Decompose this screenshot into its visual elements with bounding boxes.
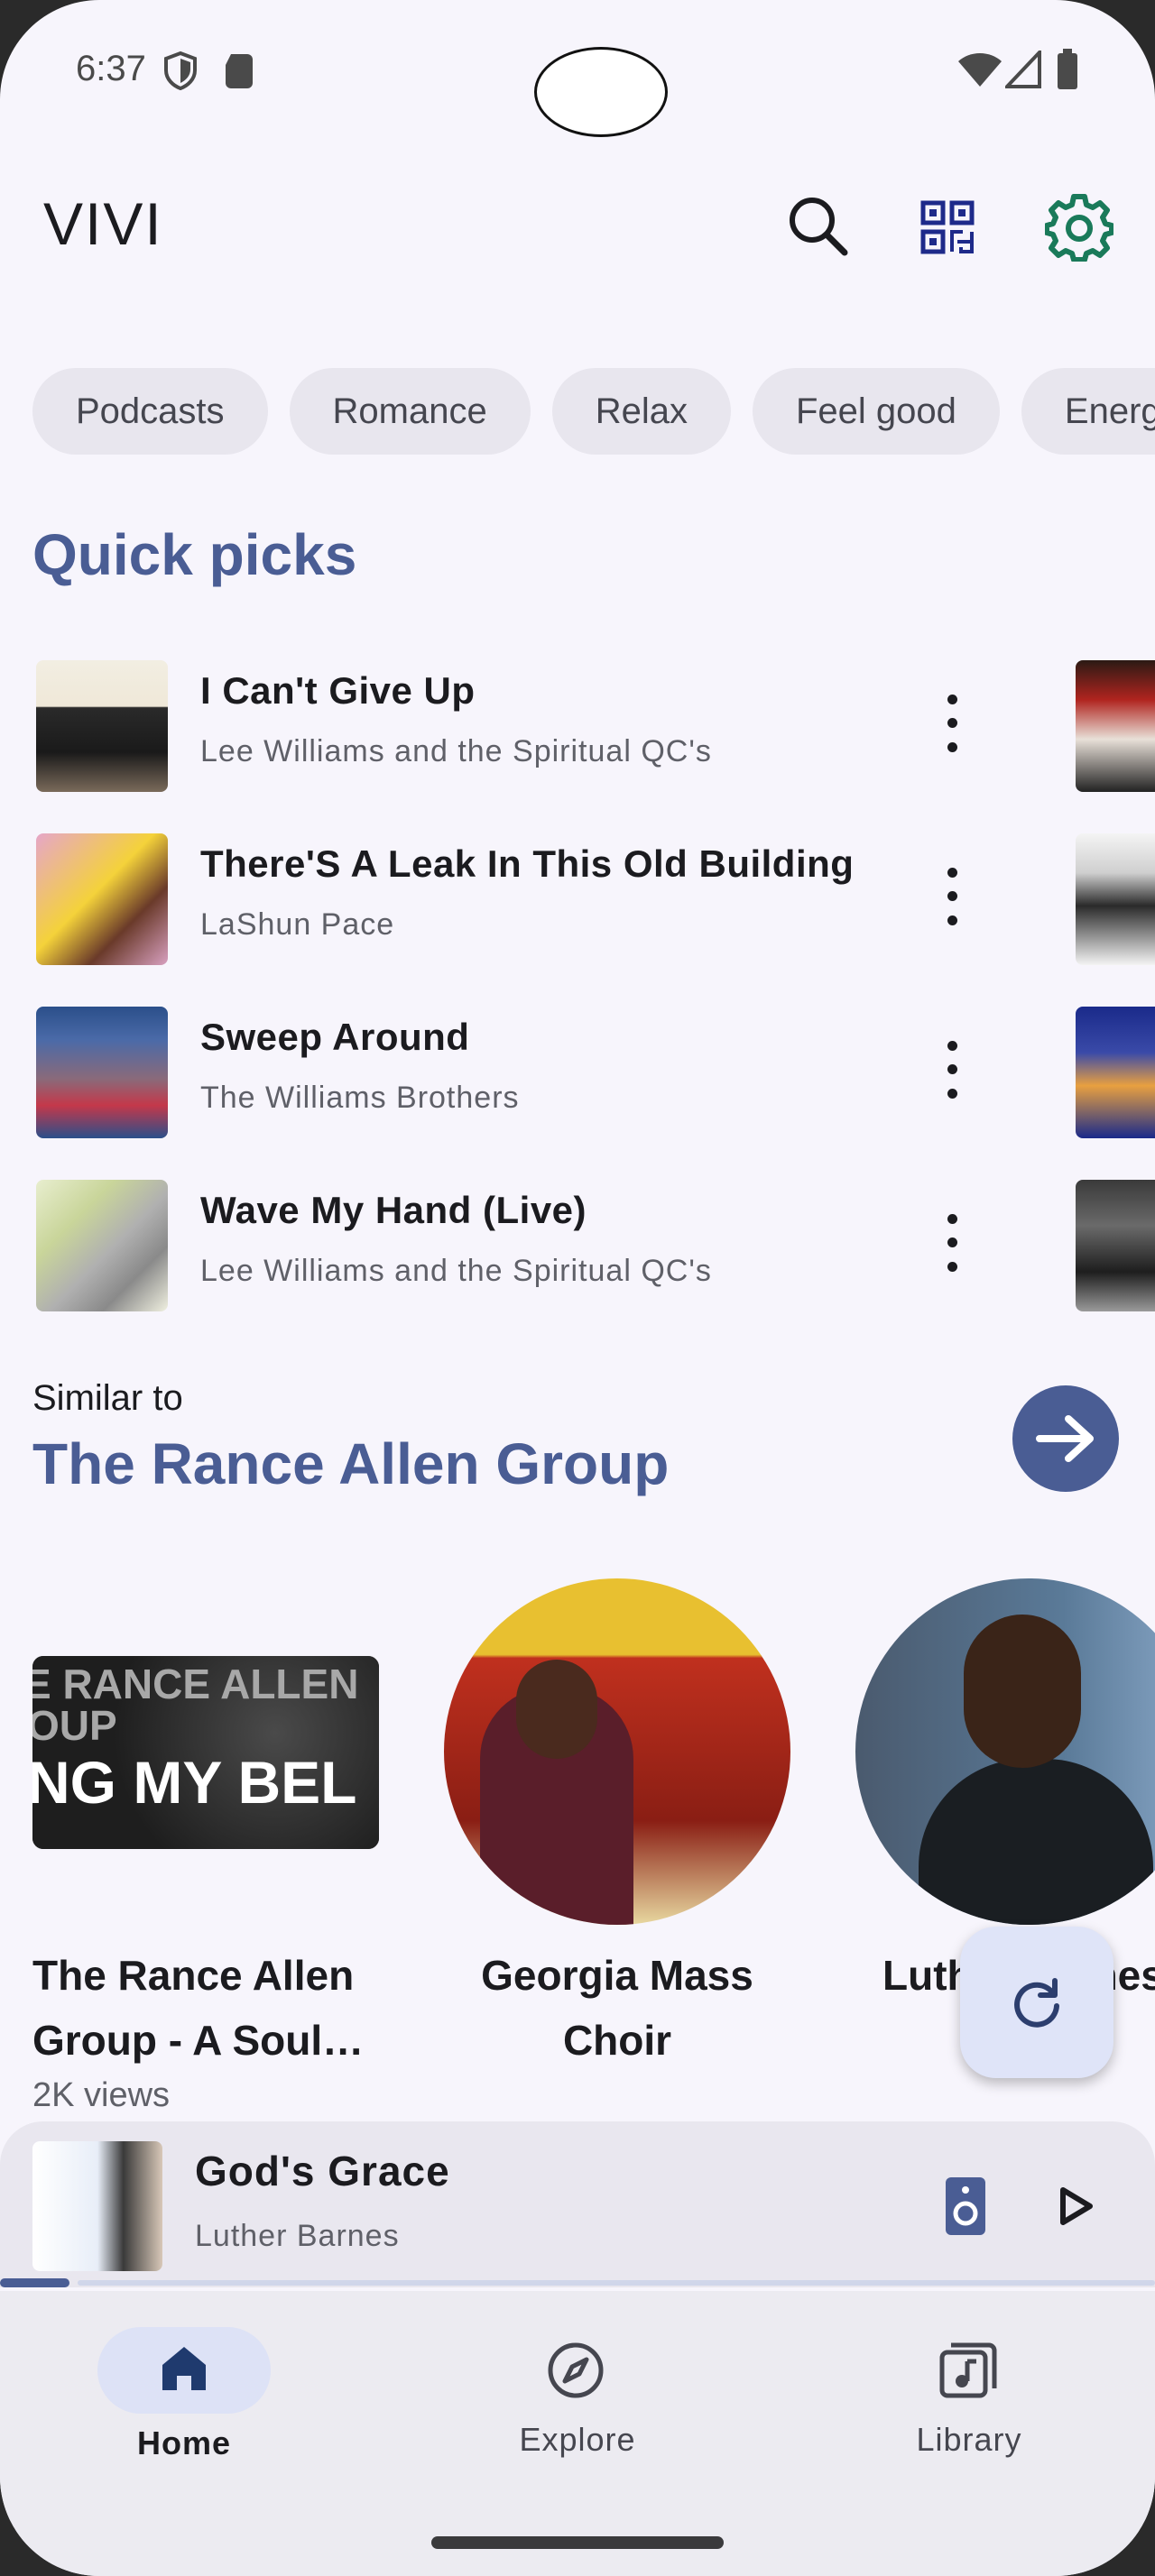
quick-picks-title: Quick picks xyxy=(32,522,357,587)
album-art-peek[interactable] xyxy=(1076,1007,1155,1138)
song-title: Sweep Around xyxy=(200,1016,470,1058)
quick-pick-row[interactable]: There'S A Leak In This Old Building LaSh… xyxy=(0,824,1155,969)
play-icon[interactable] xyxy=(1058,2186,1094,2226)
song-title: There'S A Leak In This Old Building xyxy=(200,842,855,885)
chip-podcasts[interactable]: Podcasts xyxy=(32,368,268,455)
chip-relax[interactable]: Relax xyxy=(551,368,731,455)
gear-icon[interactable] xyxy=(1045,193,1113,262)
more-options-icon[interactable] xyxy=(929,1034,975,1106)
nav-home-label[interactable]: Home xyxy=(76,2424,292,2462)
quick-pick-row[interactable]: I Can't Give Up Lee Williams and the Spi… xyxy=(0,651,1155,796)
now-playing-title: God's Grace xyxy=(195,2148,450,2194)
album-art-peek[interactable] xyxy=(1076,1180,1155,1311)
compass-icon[interactable] xyxy=(545,2340,606,2401)
video-thumbnail[interactable]: E RANCE ALLEN OUP NG MY BEL xyxy=(32,1656,379,1849)
artist-avatar[interactable] xyxy=(855,1578,1155,1925)
view-count: 2K views xyxy=(32,2076,171,2114)
status-time: 6:37 xyxy=(76,49,146,88)
app-title: VIVI xyxy=(43,190,163,257)
now-playing-art xyxy=(32,2141,162,2271)
home-icon[interactable] xyxy=(159,2343,209,2394)
album-art xyxy=(36,1007,168,1138)
more-options-icon[interactable] xyxy=(929,860,975,933)
now-playing-artist: Luther Barnes xyxy=(195,2219,400,2253)
album-art-peek[interactable] xyxy=(1076,833,1155,965)
song-title: I Can't Give Up xyxy=(200,669,476,712)
shield-icon xyxy=(164,51,197,90)
avatar-head xyxy=(964,1615,1081,1768)
arrow-right-icon xyxy=(1036,1415,1094,1462)
progress-track[interactable] xyxy=(78,2280,1155,2286)
album-art xyxy=(36,660,168,792)
song-artist: Lee Williams and the Spiritual QC's xyxy=(200,1254,712,1288)
qr-code-icon[interactable] xyxy=(920,200,975,254)
thumbnail-text: OUP xyxy=(32,1702,117,1749)
library-icon[interactable] xyxy=(938,2341,998,2399)
song-artist: The Williams Brothers xyxy=(200,1081,520,1115)
card-title[interactable]: The Rance Allen Group - A Soul… xyxy=(32,1943,364,2073)
song-artist: Lee Williams and the Spiritual QC's xyxy=(200,734,712,768)
sim-card-icon xyxy=(226,54,253,88)
see-more-button[interactable] xyxy=(1012,1385,1119,1492)
search-icon[interactable] xyxy=(785,193,850,258)
card-title-line: Georgia Mass xyxy=(481,1952,753,1999)
album-art-peek[interactable] xyxy=(1076,660,1155,792)
card-title-line: The Rance Allen xyxy=(32,1952,355,1999)
refresh-button[interactable] xyxy=(960,1927,1113,2078)
artist-avatar[interactable] xyxy=(444,1578,790,1925)
app-screen: 6:37 VIVI Podcasts Romance Relax Feel go… xyxy=(0,0,1155,2576)
chip-feel-good[interactable]: Feel good xyxy=(753,368,1000,455)
progress-fill xyxy=(0,2278,69,2287)
avatar-head xyxy=(516,1660,597,1759)
more-options-icon[interactable] xyxy=(929,1207,975,1279)
album-art xyxy=(36,833,168,965)
album-art xyxy=(36,1180,168,1311)
chip-romance[interactable]: Romance xyxy=(289,368,531,455)
song-title: Wave My Hand (Live) xyxy=(200,1189,587,1231)
nav-explore-label[interactable]: Explore xyxy=(469,2421,686,2459)
battery-icon xyxy=(1058,49,1077,89)
song-artist: LaShun Pace xyxy=(200,907,395,942)
similar-artist-title: The Rance Allen Group xyxy=(32,1431,670,1496)
chip-energize[interactable]: Energize xyxy=(1021,368,1155,455)
speaker-icon[interactable] xyxy=(946,2177,985,2235)
wifi-icon xyxy=(958,53,1002,87)
mood-chips: Podcasts Romance Relax Feel good Energiz… xyxy=(32,368,1155,455)
quick-pick-row[interactable]: Wave My Hand (Live) Lee Williams and the… xyxy=(0,1171,1155,1315)
gesture-bar[interactable] xyxy=(431,2536,724,2549)
similar-prefix: Similar to xyxy=(32,1378,183,1418)
quick-pick-row[interactable]: Sweep Around The Williams Brothers xyxy=(0,998,1155,1142)
thumbnail-text: NG MY BEL xyxy=(32,1749,357,1816)
camera-cutout xyxy=(534,47,668,137)
avatar-figure xyxy=(919,1759,1153,1925)
refresh-icon xyxy=(1014,1978,1059,2028)
more-options-icon[interactable] xyxy=(929,687,975,759)
nav-library-label[interactable]: Library xyxy=(861,2421,1077,2459)
card-title-line: Group - A Soul… xyxy=(32,2017,365,2064)
card-title-line: Choir xyxy=(562,2017,672,2064)
cell-signal-icon xyxy=(1005,51,1041,88)
card-title[interactable]: Georgia Mass Choir xyxy=(444,1943,790,2073)
